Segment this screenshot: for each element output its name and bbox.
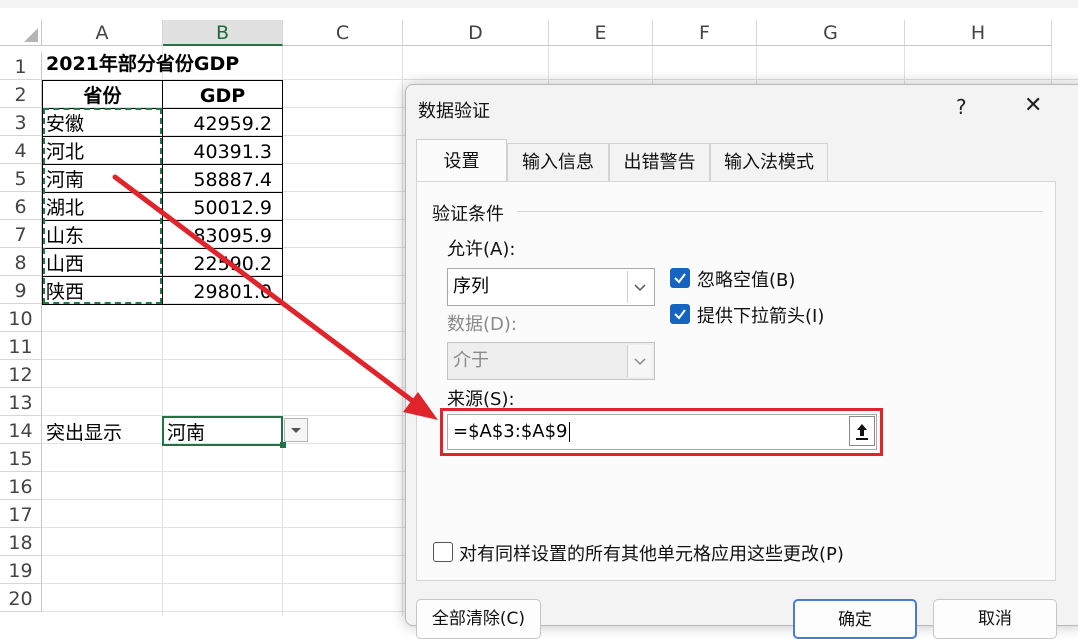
- annotation-arrow-line: [112, 174, 421, 408]
- annotation-arrow: [112, 174, 438, 420]
